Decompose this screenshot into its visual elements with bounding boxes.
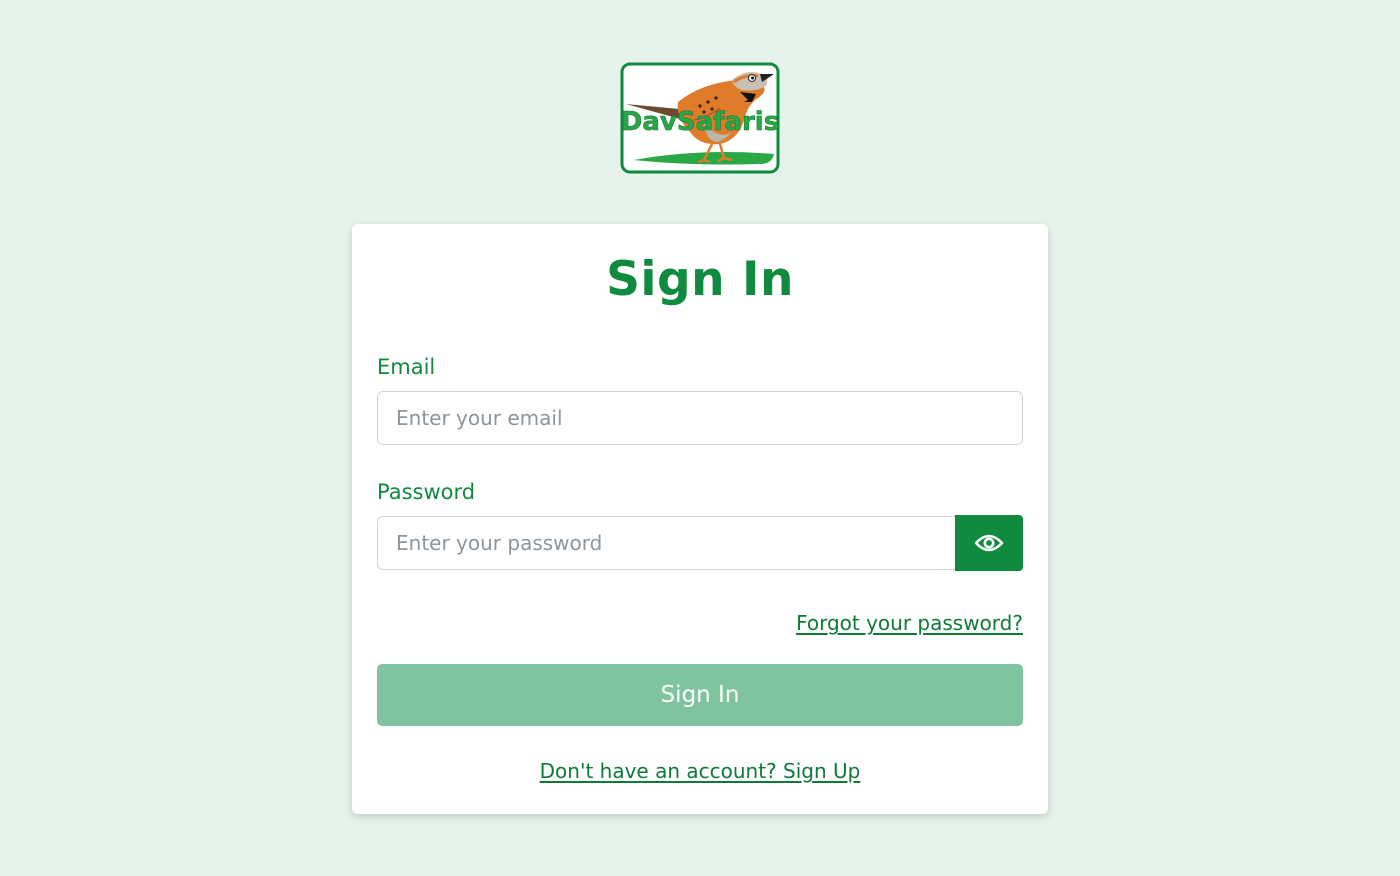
password-field[interactable]: [377, 516, 956, 570]
sign-up-link[interactable]: Don't have an account? Sign Up: [540, 759, 861, 783]
sign-in-button[interactable]: Sign In: [377, 664, 1023, 726]
bird-logo-icon: DavSafaris: [620, 62, 780, 174]
eye-icon: [974, 534, 1004, 552]
davsafaris-logo: DavSafaris: [620, 62, 780, 174]
email-label: Email: [377, 355, 436, 379]
svg-text:DavSafaris: DavSafaris: [621, 107, 779, 137]
email-field[interactable]: [377, 391, 1023, 445]
page-title: Sign In: [606, 252, 794, 307]
signup-prompt: Don't have an account? Sign Up: [0, 756, 1400, 786]
password-label: Password: [377, 480, 476, 504]
sign-in-page: DavSafaris Sign In Email Password Forgot…: [0, 0, 1400, 876]
toggle-password-visibility-button[interactable]: [955, 515, 1023, 571]
forgot-password-link[interactable]: Forgot your password?: [796, 608, 1023, 638]
